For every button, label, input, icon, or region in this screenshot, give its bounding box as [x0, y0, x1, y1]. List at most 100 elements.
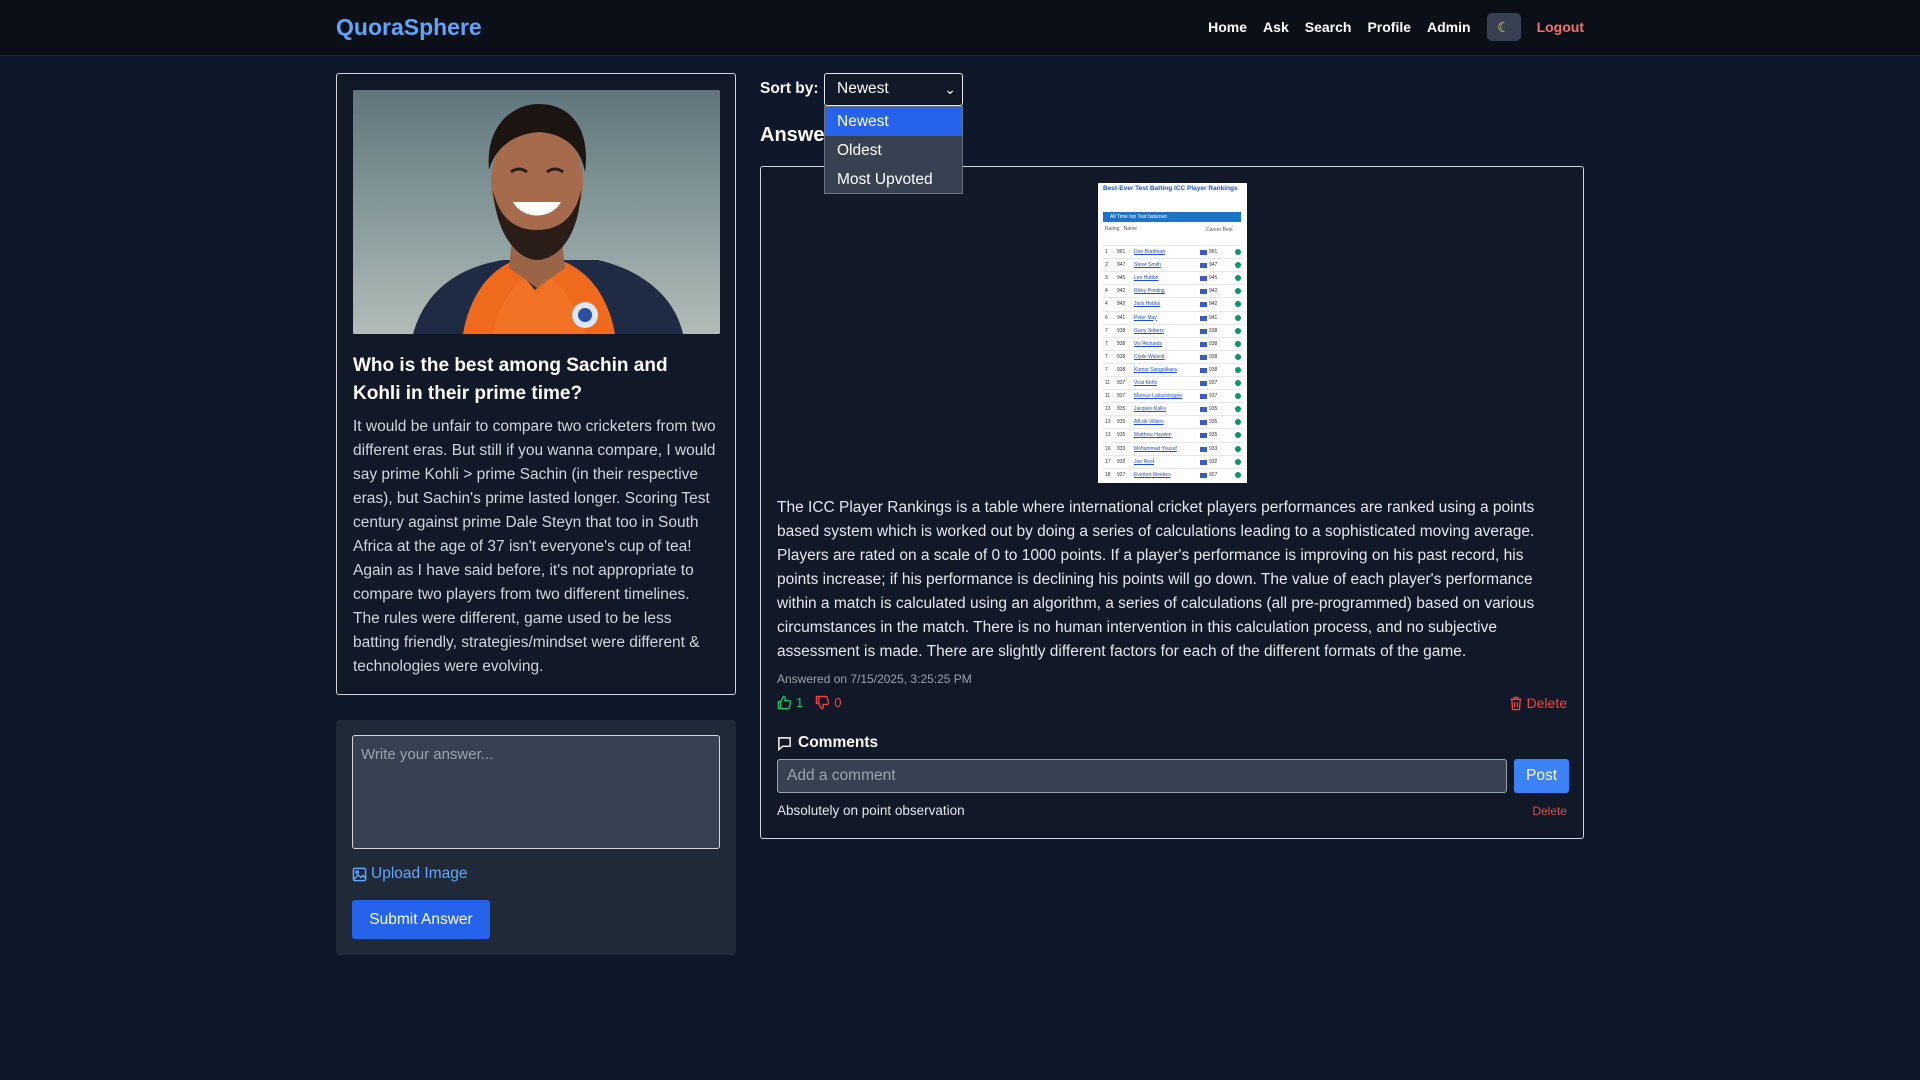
image-row-best: 927 — [1209, 471, 1218, 478]
image-row-rank: 3 — [1105, 275, 1108, 282]
image-row-flag — [1200, 472, 1207, 478]
image-row-dot — [1235, 432, 1241, 439]
moon-icon: ☾ — [1497, 18, 1510, 35]
image-row-dot — [1235, 249, 1241, 255]
image-row-flag — [1200, 302, 1207, 308]
image-row-best: 935 — [1209, 419, 1218, 426]
image-row-name: Kumar Sangakkara — [1134, 366, 1177, 373]
image-row-best: 938 — [1209, 366, 1218, 373]
image-table-row: 13 935 Jacques Kallis 935 — [1103, 402, 1243, 415]
image-row-flag — [1200, 276, 1207, 282]
image-row-flag — [1200, 394, 1207, 400]
image-row-best: 942 — [1209, 301, 1218, 308]
image-row-name: Virat Kohli — [1134, 380, 1157, 386]
comments-heading-label: Comments — [798, 734, 879, 751]
sort-option-oldest[interactable]: Oldest — [825, 136, 962, 165]
image-row-dot — [1235, 458, 1241, 465]
trash-icon — [1509, 696, 1522, 710]
delete-answer-button[interactable]: Delete — [1509, 695, 1567, 711]
answer-form: Upload Image Submit Answer — [336, 720, 736, 955]
image-row-points: 935 — [1117, 406, 1126, 413]
downvote-button[interactable]: 0 — [815, 695, 841, 710]
upvote-count: 1 — [796, 695, 804, 710]
nav-ask-link[interactable]: Ask — [1263, 19, 1289, 35]
nav-admin-link[interactable]: Admin — [1427, 19, 1471, 35]
image-row-points: 945 — [1117, 275, 1126, 282]
delete-answer-label: Delete — [1526, 695, 1567, 711]
image-row-dot — [1235, 419, 1241, 426]
image-row-flag — [1200, 381, 1207, 386]
image-row-dot — [1235, 380, 1241, 386]
image-table-row: 1 961 Don Bradman 961 — [1103, 245, 1243, 258]
image-row-best: 947 — [1209, 262, 1218, 269]
image-row-best: 945 — [1209, 275, 1218, 282]
image-row-rank: 7 — [1105, 340, 1108, 347]
image-row-flag — [1200, 459, 1207, 465]
image-table-row: 4 942 Ricky Ponting 942 — [1103, 284, 1243, 297]
image-row-flag — [1200, 289, 1207, 295]
image-col-headers: Rating Name — [1105, 226, 1137, 232]
image-row-best: 941 — [1209, 314, 1218, 321]
thumbs-up-icon — [777, 695, 792, 710]
comment-input[interactable] — [777, 759, 1507, 793]
image-table-row: 7 938 Clyde Walcott 938 — [1103, 349, 1243, 363]
image-row-points: 942 — [1117, 301, 1126, 308]
image-row-name: Steve Smith — [1134, 262, 1161, 269]
image-col-career: Career Best — [1206, 227, 1233, 233]
nav-home-link[interactable]: Home — [1208, 19, 1247, 35]
upload-image-link[interactable]: Upload Image — [352, 865, 468, 883]
image-row-name: Mohammad Yousuf — [1134, 445, 1177, 452]
image-row-flag — [1200, 420, 1207, 426]
image-row-rank: 6 — [1105, 314, 1108, 321]
delete-comment-button[interactable]: Delete — [1532, 804, 1567, 818]
image-title: Best-Ever Test Batting ICC Player Rankin… — [1103, 185, 1238, 192]
image-bar-text: All Time top Test batsmen — [1110, 214, 1168, 220]
question-image — [353, 90, 720, 334]
image-row-points: 935 — [1117, 432, 1126, 439]
image-table-row: 6 941 Peter May 941 — [1103, 310, 1243, 324]
image-row-points: 932 — [1117, 458, 1126, 465]
nav-profile-link[interactable]: Profile — [1367, 19, 1411, 35]
image-row-flag — [1200, 354, 1207, 360]
sort-option-newest[interactable]: Newest — [825, 107, 962, 136]
image-row-points: 933 — [1117, 445, 1126, 452]
brand-logo[interactable]: QuoraSphere — [336, 14, 482, 41]
image-row-flag — [1200, 328, 1207, 334]
upvote-button[interactable]: 1 — [777, 695, 803, 710]
image-row-best: 937 — [1209, 393, 1218, 400]
image-row-best: 938 — [1209, 327, 1218, 334]
image-table-row: 7 938 Kumar Sangakkara 938 — [1103, 362, 1243, 376]
image-row-points: 938 — [1117, 353, 1126, 360]
image-table-row: 3 945 Len Hutton 945 — [1103, 271, 1243, 284]
theme-toggle-button[interactable]: ☾ — [1486, 13, 1521, 41]
downvote-count: 0 — [834, 695, 842, 710]
image-row-name: Len Hutton — [1134, 275, 1159, 282]
top-navbar: QuoraSphere Home Ask Search Profile Admi… — [0, 0, 1920, 56]
image-row-points: 927 — [1117, 471, 1126, 478]
answer-timestamp: Answered on 7/15/2025, 3:25:25 PM — [777, 672, 972, 686]
sort-select[interactable]: Newest ⌄ — [824, 73, 963, 106]
image-row-dot — [1235, 327, 1241, 334]
image-row-name: Jacques Kallis — [1134, 406, 1166, 413]
image-icon — [352, 867, 367, 881]
image-row-flag — [1200, 407, 1207, 413]
image-row-name: Jack Hobbs — [1134, 301, 1161, 308]
image-col-rating: Rating — [1105, 226, 1120, 232]
logout-link[interactable]: Logout — [1537, 19, 1584, 35]
comment-icon — [778, 736, 791, 751]
image-table-row: 11 937 Marnus Labuschagne 937 — [1103, 389, 1243, 402]
sort-dropdown-menu: Newest Oldest Most Upvoted — [824, 106, 963, 194]
nav-search-link[interactable]: Search — [1305, 19, 1352, 35]
image-table-row: 4 942 Jack Hobbs 942 — [1103, 297, 1243, 310]
image-row-dot — [1235, 393, 1241, 400]
image-row-flag — [1200, 446, 1207, 452]
image-table-row: 7 938 Garry Sobers 938 — [1103, 323, 1243, 337]
image-row-rank: 17 — [1105, 458, 1111, 465]
submit-answer-button[interactable]: Submit Answer — [352, 900, 490, 939]
image-row-rank: 2 — [1105, 262, 1108, 269]
post-comment-button[interactable]: Post — [1514, 759, 1569, 793]
answer-input[interactable] — [352, 735, 720, 849]
sort-option-most-upvoted[interactable]: Most Upvoted — [825, 165, 962, 194]
sort-label: Sort by: — [760, 80, 819, 97]
image-row-rank: 7 — [1105, 327, 1108, 334]
